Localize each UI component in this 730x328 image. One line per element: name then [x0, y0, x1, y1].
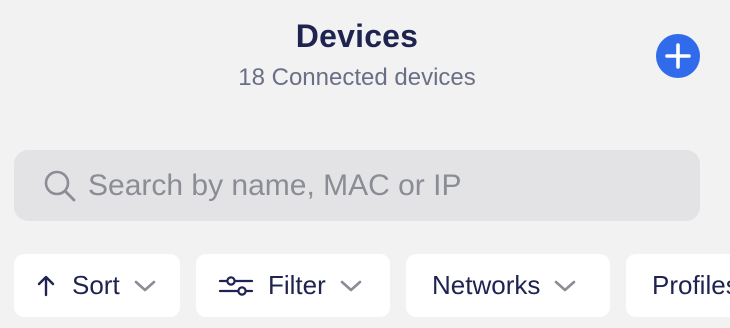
filter-label: Filter: [268, 270, 326, 300]
sliders-icon: [218, 275, 254, 296]
networks-button[interactable]: Networks: [406, 254, 610, 317]
sort-label: Sort: [72, 270, 120, 300]
search-icon: [44, 170, 76, 202]
arrow-up-icon: [37, 275, 55, 296]
connected-devices-count: 18 Connected devices: [238, 64, 476, 91]
chevron-down-icon: [340, 280, 362, 291]
search-bar[interactable]: [14, 150, 700, 221]
add-device-button[interactable]: [656, 34, 700, 78]
sort-button[interactable]: Sort: [14, 254, 180, 317]
networks-label: Networks: [432, 270, 541, 300]
chevron-down-icon: [134, 280, 155, 291]
chevron-down-icon: [555, 280, 576, 291]
profiles-button[interactable]: Profiles: [626, 254, 730, 317]
plus-icon: [665, 43, 691, 69]
search-input[interactable]: [88, 150, 688, 221]
profiles-label: Profiles: [652, 270, 730, 300]
page-title: Devices: [295, 18, 419, 54]
filter-button[interactable]: Filter: [196, 254, 390, 317]
